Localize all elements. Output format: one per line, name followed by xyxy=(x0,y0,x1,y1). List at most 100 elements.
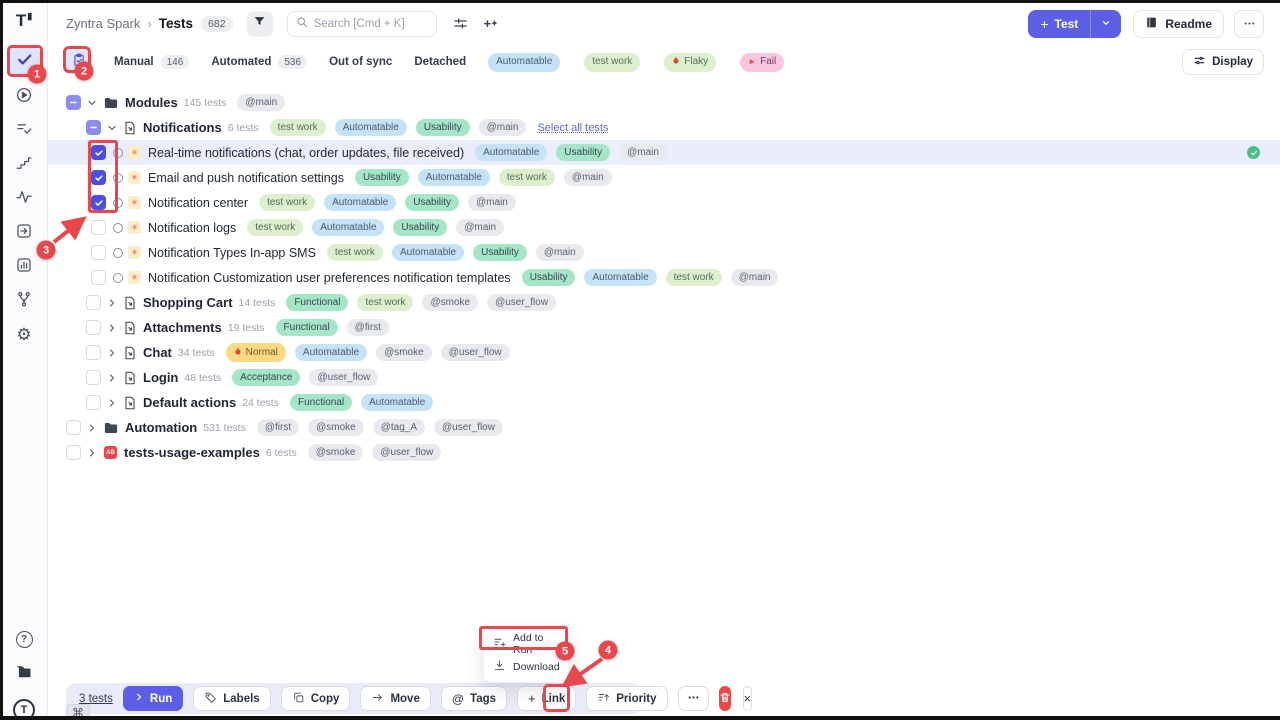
row-checkbox[interactable] xyxy=(91,245,106,260)
pill-test-work[interactable]: test work xyxy=(357,294,413,311)
pill-automatable[interactable]: Automatable xyxy=(475,144,547,161)
pill-test-work[interactable]: test work xyxy=(327,244,383,261)
chevron-right-icon[interactable] xyxy=(105,373,119,383)
filter-tab-out-of-sync[interactable]: Out of sync xyxy=(329,56,392,68)
pill-automatable[interactable]: Automatable xyxy=(361,394,433,411)
test-row[interactable]: ✳Email and push notification settingsUsa… xyxy=(48,165,1280,190)
new-test-button-main[interactable]: +Test xyxy=(1028,10,1090,38)
pill-usability[interactable]: Usability xyxy=(355,169,409,186)
select-all-tests-link[interactable]: Select all tests xyxy=(537,122,608,134)
row-checkbox[interactable] xyxy=(86,370,101,385)
pill-@first[interactable]: @first xyxy=(347,319,389,336)
suite-row[interactable]: Notifications6 teststest workAutomatable… xyxy=(48,115,1280,140)
row-checkbox[interactable] xyxy=(86,295,101,310)
pill-@tag_a[interactable]: @tag_A xyxy=(373,419,425,436)
pill-automatable[interactable]: Automatable xyxy=(418,169,490,186)
priority-button[interactable]: Priority xyxy=(586,686,667,711)
filter-tab-automated[interactable]: Automated536 xyxy=(211,55,307,69)
pill-@main[interactable]: @main xyxy=(479,119,527,136)
sidebar-item-milestones[interactable] xyxy=(8,152,40,179)
pill-acceptance[interactable]: Acceptance xyxy=(232,369,300,386)
more-actions-button[interactable] xyxy=(678,686,709,711)
delete-button[interactable] xyxy=(719,686,731,711)
filter-tab-detached[interactable]: Detached xyxy=(414,56,466,68)
pill-@smoke[interactable]: @smoke xyxy=(308,419,364,436)
pill-test-work[interactable]: test work xyxy=(666,269,722,286)
pill-test-work[interactable]: test work xyxy=(247,219,303,236)
pill-usability[interactable]: Usability xyxy=(416,119,470,136)
sidebar-item-plans[interactable] xyxy=(8,118,40,145)
folder-row[interactable]: Automation531 tests@first@smoke@tag_A@us… xyxy=(48,415,1280,440)
suite-row[interactable]: Attachments19 testsFunctional@first xyxy=(48,315,1280,340)
pill-functional[interactable]: Functional xyxy=(276,319,338,336)
labels-button[interactable]: Labels xyxy=(193,686,270,711)
pill-test-work[interactable]: test work xyxy=(499,169,555,186)
pill-normal[interactable]: Normal xyxy=(226,343,286,362)
filter-pill-test-work[interactable]: test work xyxy=(584,53,640,72)
pill-@main[interactable]: @main xyxy=(237,94,285,111)
suite-row[interactable]: ABtests-usage-examples6 tests@smoke@user… xyxy=(48,440,1280,465)
filter-button[interactable] xyxy=(247,11,273,37)
display-button[interactable]: Display xyxy=(1182,49,1264,75)
search-box[interactable] xyxy=(287,11,437,37)
chevron-right-icon[interactable] xyxy=(105,323,119,333)
row-checkbox[interactable] xyxy=(86,320,101,335)
pill-@first[interactable]: @first xyxy=(257,419,299,436)
pill-automatable[interactable]: Automatable xyxy=(312,219,384,236)
pill-@main[interactable]: @main xyxy=(536,244,584,261)
suite-row[interactable]: Shopping Cart14 testsFunctionaltest work… xyxy=(48,290,1280,315)
priority-circle-icon[interactable] xyxy=(113,248,123,258)
selected-tests-link[interactable]: 3 tests xyxy=(79,693,113,705)
pill-test-work[interactable]: test work xyxy=(270,119,326,136)
row-checkbox[interactable] xyxy=(66,95,81,110)
test-row[interactable]: ✳Notification logstest workAutomatableUs… xyxy=(48,215,1280,240)
new-test-button[interactable]: +Test xyxy=(1028,10,1121,38)
ai-sparkle-icon[interactable]: +✦ xyxy=(484,16,498,31)
pill-@main[interactable]: @main xyxy=(619,144,667,161)
chevron-right-icon[interactable] xyxy=(85,448,99,458)
filter-pill-fail[interactable]: ►Fail xyxy=(740,53,784,72)
pill-@main[interactable]: @main xyxy=(456,219,504,236)
pill-automatable[interactable]: Automatable xyxy=(584,269,656,286)
pill-automatable[interactable]: Automatable xyxy=(295,344,367,361)
pill-test-work[interactable]: test work xyxy=(259,194,315,211)
chevron-right-icon[interactable] xyxy=(105,348,119,358)
suite-row[interactable]: Default actions24 testsFunctionalAutomat… xyxy=(48,390,1280,415)
chevron-right-icon[interactable] xyxy=(85,423,99,433)
search-input[interactable] xyxy=(314,18,424,30)
new-test-dropdown[interactable] xyxy=(1091,10,1121,38)
pill-usability[interactable]: Usability xyxy=(393,219,447,236)
view-settings-icon[interactable] xyxy=(453,16,468,31)
sidebar-item-settings[interactable]: ⚙ xyxy=(8,322,40,349)
chevron-down-icon[interactable] xyxy=(105,123,119,133)
pill-@user_flow[interactable]: @user_flow xyxy=(372,444,441,461)
filter-pill-flaky[interactable]: Flaky xyxy=(664,53,716,72)
sidebar-item-reports[interactable] xyxy=(8,254,40,281)
test-row[interactable]: ✳Notification Customization user prefere… xyxy=(48,265,1280,290)
row-checkbox[interactable] xyxy=(66,445,81,460)
readme-button[interactable]: Readme xyxy=(1133,10,1224,38)
priority-circle-icon[interactable] xyxy=(113,223,123,233)
copy-button[interactable]: Copy xyxy=(281,686,351,711)
row-checkbox[interactable] xyxy=(86,395,101,410)
pill-@smoke[interactable]: @smoke xyxy=(308,444,364,461)
test-row[interactable]: ✳Notification centertest workAutomatable… xyxy=(48,190,1280,215)
pill-@user_flow[interactable]: @user_flow xyxy=(434,419,503,436)
pill-@user_flow[interactable]: @user_flow xyxy=(487,294,556,311)
pill-@main[interactable]: @main xyxy=(468,194,516,211)
app-logo[interactable]: T▮ xyxy=(0,8,48,34)
run-button[interactable]: Run xyxy=(123,686,183,711)
row-checkbox[interactable] xyxy=(66,420,81,435)
pill-usability[interactable]: Usability xyxy=(556,144,610,161)
pill-usability[interactable]: Usability xyxy=(473,244,527,261)
sidebar-item-pulse[interactable] xyxy=(8,186,40,213)
folder-row[interactable]: Modules145 tests@main xyxy=(48,90,1280,115)
pill-functional[interactable]: Functional xyxy=(290,394,352,411)
row-checkbox[interactable] xyxy=(91,270,106,285)
menu-item-download[interactable]: Download xyxy=(484,655,568,678)
sidebar-item-branches[interactable] xyxy=(8,288,40,315)
suite-row[interactable]: Chat34 testsNormalAutomatable@smoke@user… xyxy=(48,340,1280,365)
suite-row[interactable]: Login48 testsAcceptance@user_flow xyxy=(48,365,1280,390)
sidebar-item-imports[interactable] xyxy=(8,220,40,247)
filter-tab-manual[interactable]: Manual146 xyxy=(114,55,189,69)
